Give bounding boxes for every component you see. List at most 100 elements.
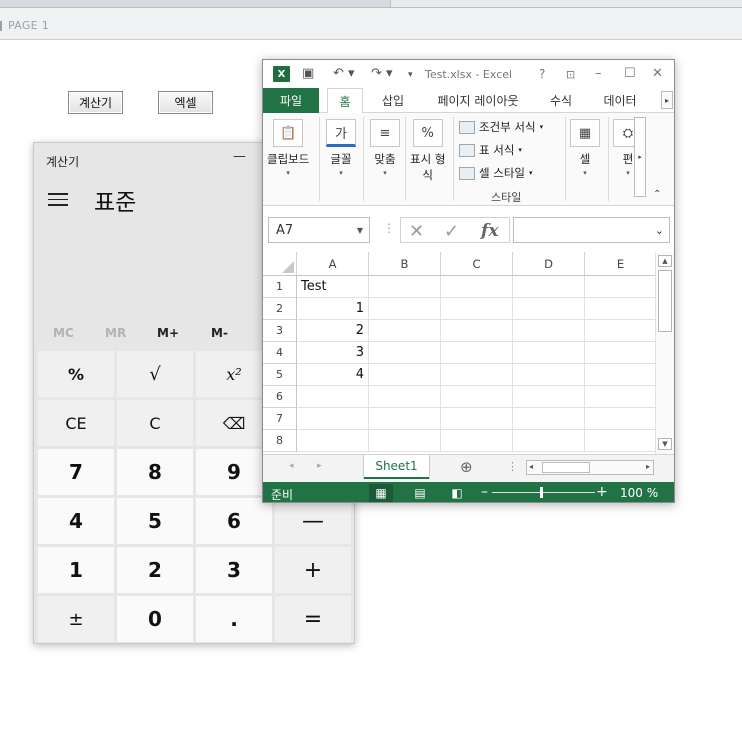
column-header-d[interactable]: D <box>513 252 585 276</box>
cell[interactable]: 3 <box>297 342 369 364</box>
equals-key[interactable]: = <box>275 596 351 642</box>
cell[interactable]: Test <box>297 276 369 298</box>
cell[interactable] <box>585 342 655 364</box>
calculator-launch-button[interactable]: 계산기 <box>68 91 123 114</box>
cell[interactable] <box>369 320 441 342</box>
digit-1-key[interactable]: 1 <box>38 547 114 593</box>
save-icon[interactable]: ▣ <box>302 66 314 81</box>
tab-file[interactable]: 파일 <box>263 88 319 113</box>
tab-insert[interactable]: 삽입 <box>371 88 415 113</box>
cell[interactable] <box>513 276 585 298</box>
row-header[interactable]: 7 <box>263 408 297 430</box>
cell[interactable] <box>297 430 369 452</box>
row-header[interactable]: 3 <box>263 320 297 342</box>
scroll-down-icon[interactable]: ▼ <box>658 438 672 450</box>
cell[interactable]: 2 <box>297 320 369 342</box>
negate-key[interactable]: ± <box>38 596 114 642</box>
decimal-key[interactable]: . <box>196 596 272 642</box>
digit-3-key[interactable]: 3 <box>196 547 272 593</box>
row-header[interactable]: 1 <box>263 276 297 298</box>
digit-0-key[interactable]: 0 <box>117 596 193 642</box>
memory-add-button[interactable]: M+ <box>157 326 179 340</box>
cell[interactable] <box>513 320 585 342</box>
clipboard-group[interactable]: 📋 클립보드 ▾ <box>267 119 309 177</box>
select-all-corner[interactable] <box>263 252 297 276</box>
cell[interactable] <box>513 298 585 320</box>
row-header[interactable]: 2 <box>263 298 297 320</box>
add-key[interactable]: + <box>275 547 351 593</box>
cell[interactable] <box>369 342 441 364</box>
cell[interactable] <box>513 408 585 430</box>
zoom-out-icon[interactable]: – <box>481 484 488 500</box>
insert-function-icon[interactable]: fx <box>481 221 498 241</box>
tab-home[interactable]: 홈 <box>327 88 363 114</box>
vertical-scrollbar[interactable]: ▲ ▼ <box>655 252 674 454</box>
collapse-ribbon-icon[interactable]: ⌃ <box>653 189 661 200</box>
cell[interactable] <box>297 408 369 430</box>
row-header[interactable]: 8 <box>263 430 297 452</box>
undo-icon[interactable]: ↶ ▾ <box>333 66 355 81</box>
memory-recall-button[interactable]: MR <box>105 326 126 340</box>
cell[interactable] <box>369 276 441 298</box>
cell[interactable] <box>585 320 655 342</box>
number-group[interactable]: % 표시 형 식 <box>410 119 445 183</box>
alignment-group[interactable]: ≡ 맞춤 ▾ <box>370 119 400 177</box>
ribbon-display-icon[interactable]: ⊡ <box>566 68 575 81</box>
cell[interactable] <box>369 386 441 408</box>
row-header[interactable]: 5 <box>263 364 297 386</box>
column-header-e[interactable]: E <box>585 252 655 276</box>
row-header[interactable]: 4 <box>263 342 297 364</box>
digit-6-key[interactable]: 6 <box>196 498 272 544</box>
cell[interactable] <box>297 386 369 408</box>
zoom-in-icon[interactable]: + <box>596 484 608 500</box>
cell[interactable] <box>513 364 585 386</box>
clear-entry-key[interactable]: CE <box>38 400 114 446</box>
clear-key[interactable]: C <box>117 400 193 446</box>
cell[interactable] <box>441 364 513 386</box>
cells-group[interactable]: ▦ 셀 ▾ <box>570 119 600 177</box>
help-button[interactable]: ? <box>539 67 545 81</box>
hamburger-menu-icon[interactable] <box>48 193 68 207</box>
normal-view-icon[interactable]: ▦ <box>369 484 393 502</box>
zoom-level[interactable]: 100 % <box>620 486 658 500</box>
cell[interactable] <box>369 408 441 430</box>
sheet-prev-icon[interactable]: ◂ <box>289 461 294 471</box>
tab-split-icon[interactable]: ⋮ <box>507 460 518 473</box>
sheet-tab[interactable]: Sheet1 <box>364 455 429 479</box>
cell[interactable] <box>585 386 655 408</box>
page-break-view-icon[interactable]: ◧ <box>445 484 469 502</box>
excel-maximize-icon[interactable]: ☐ <box>624 66 636 81</box>
cell[interactable] <box>441 320 513 342</box>
excel-minimize-icon[interactable]: – <box>595 66 602 81</box>
digit-7-key[interactable]: 7 <box>38 449 114 495</box>
formula-input[interactable]: ⌄ <box>513 217 670 243</box>
cell[interactable] <box>441 386 513 408</box>
zoom-slider-thumb[interactable] <box>540 487 543 498</box>
ribbon-scroll-icon[interactable]: ▸ <box>634 117 646 197</box>
tab-page-layout[interactable]: 페이지 레이아웃 <box>423 88 533 113</box>
conditional-format-button[interactable]: 조건부 서식 ▾ <box>459 119 543 135</box>
zoom-slider[interactable] <box>492 492 595 493</box>
digit-2-key[interactable]: 2 <box>117 547 193 593</box>
cell[interactable] <box>513 386 585 408</box>
scroll-up-icon[interactable]: ▲ <box>658 255 672 267</box>
scroll-thumb[interactable] <box>658 270 672 332</box>
scroll-left-icon[interactable]: ◂ <box>529 462 533 471</box>
digit-5-key[interactable]: 5 <box>117 498 193 544</box>
memory-clear-button[interactable]: MC <box>53 326 74 340</box>
cell[interactable] <box>441 430 513 452</box>
sqrt-key[interactable]: √ <box>117 351 193 397</box>
cell[interactable] <box>585 430 655 452</box>
cell[interactable] <box>369 364 441 386</box>
cell[interactable] <box>369 298 441 320</box>
cell-styles-button[interactable]: 셀 스타일 ▾ <box>459 165 533 181</box>
tab-data[interactable]: 데이터 <box>595 88 645 113</box>
horizontal-scroll-thumb[interactable] <box>542 462 590 473</box>
cell[interactable] <box>369 430 441 452</box>
cell[interactable] <box>441 298 513 320</box>
excel-launch-button[interactable]: 엑셀 <box>158 91 213 114</box>
customize-qat-icon[interactable]: ▾ <box>408 70 413 80</box>
cancel-icon[interactable]: ✕ <box>409 221 424 242</box>
cell[interactable] <box>441 276 513 298</box>
page-tab[interactable]: PAGE 1 <box>0 8 742 40</box>
